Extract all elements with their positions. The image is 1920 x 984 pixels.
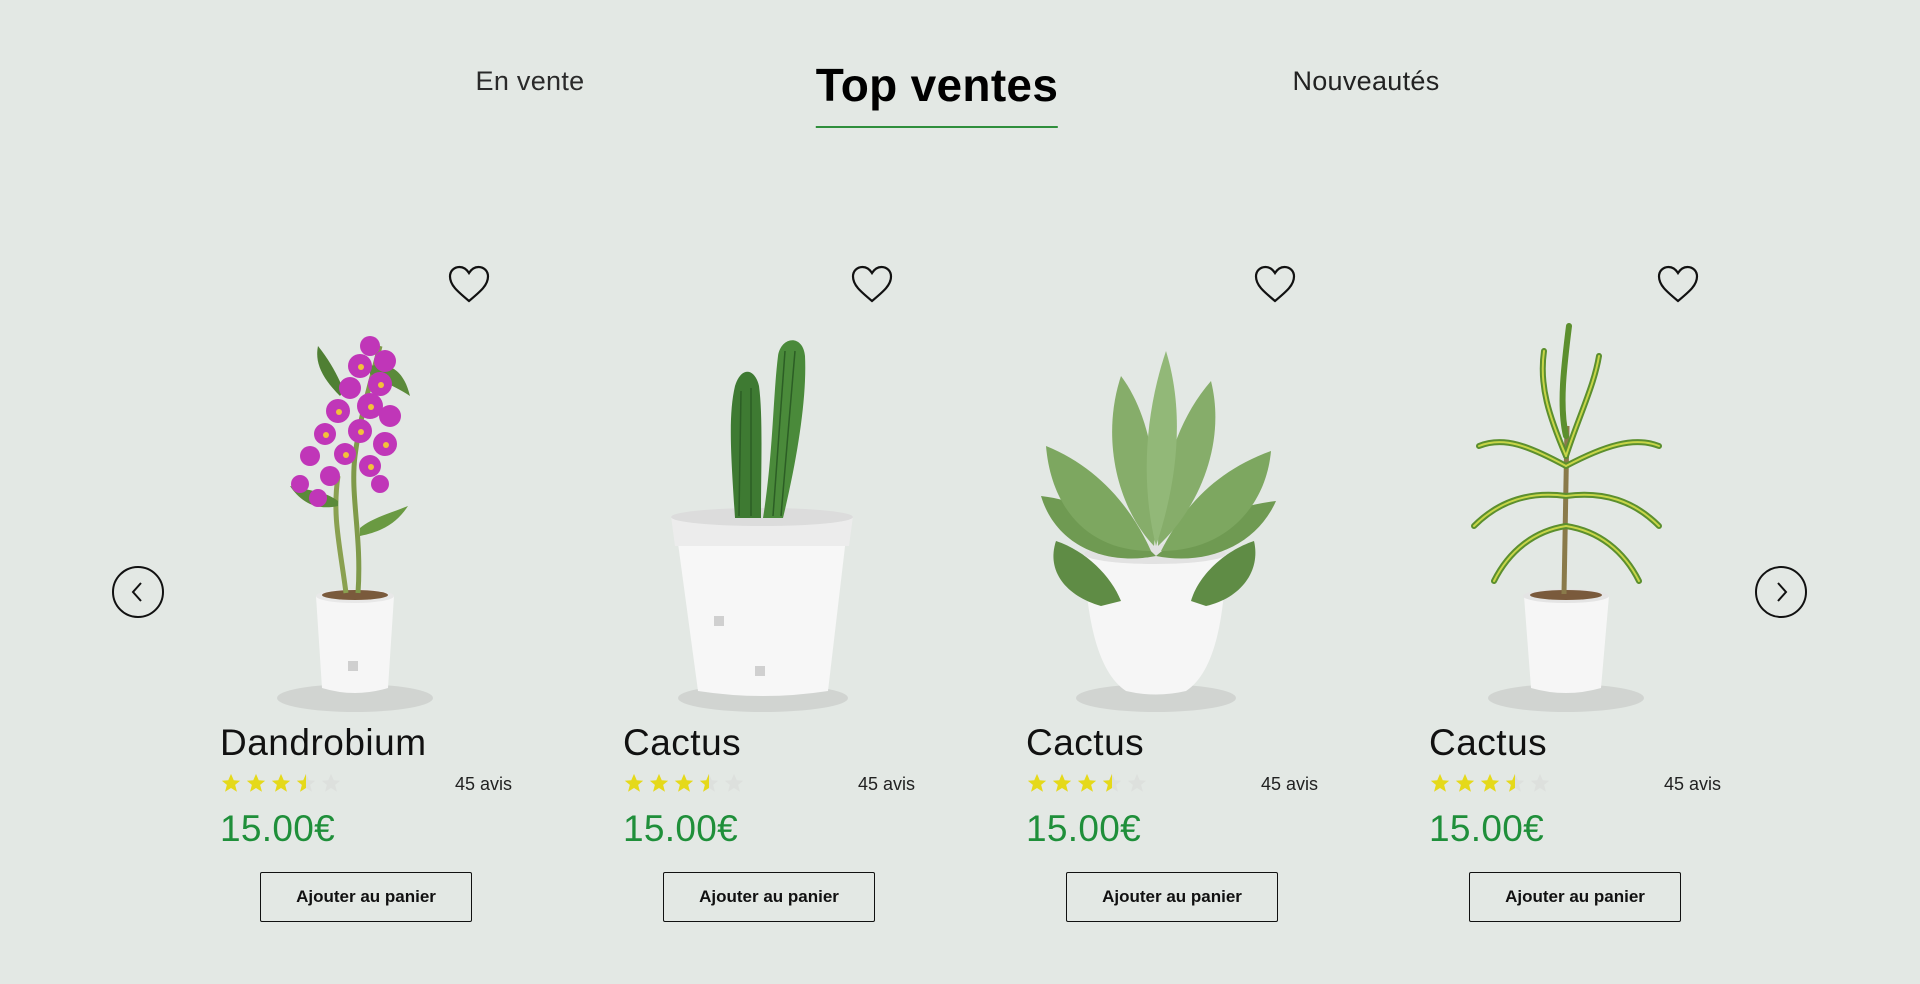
star-icon <box>1480 773 1500 792</box>
review-count[interactable]: 45 avis <box>1664 774 1721 795</box>
rating-stars <box>220 772 342 794</box>
product-card: Cactus 45 avis 15.00€ Ajouter au panier <box>1026 260 1326 940</box>
star-half-icon <box>699 773 719 792</box>
heart-icon[interactable] <box>1253 264 1297 304</box>
review-count[interactable]: 45 avis <box>858 774 915 795</box>
heart-icon[interactable] <box>850 264 894 304</box>
star-icon <box>1027 773 1047 792</box>
tab-nouveautes[interactable]: Nouveautés <box>1292 66 1439 97</box>
rating-stars <box>623 772 745 794</box>
add-to-cart-button[interactable]: Ajouter au panier <box>1469 872 1681 922</box>
add-to-cart-button[interactable]: Ajouter au panier <box>663 872 875 922</box>
product-name: Cactus <box>1429 722 1548 763</box>
rating-stars <box>1026 772 1148 794</box>
star-empty-icon <box>724 773 744 792</box>
tab-top-ventes[interactable]: Top ventes <box>815 58 1059 128</box>
star-icon <box>624 773 644 792</box>
star-icon <box>271 773 291 792</box>
star-empty-icon <box>1127 773 1147 792</box>
tab-en-vente[interactable]: En vente <box>476 66 585 97</box>
heart-icon[interactable] <box>1656 264 1700 304</box>
star-half-icon <box>296 773 316 792</box>
heart-icon[interactable] <box>447 264 491 304</box>
chevron-right-icon <box>1777 582 1788 602</box>
star-icon <box>1052 773 1072 792</box>
star-icon <box>1430 773 1450 792</box>
product-name: Cactus <box>623 722 742 763</box>
carousel-prev-button[interactable] <box>112 566 164 618</box>
product-name: Cactus <box>1026 722 1145 763</box>
review-count[interactable]: 45 avis <box>455 774 512 795</box>
carousel-next-button[interactable] <box>1755 566 1807 618</box>
product-price: 15.00€ <box>220 808 335 849</box>
add-to-cart-button[interactable]: Ajouter au panier <box>260 872 472 922</box>
star-empty-icon <box>1530 773 1550 792</box>
product-card: Cactus 45 avis 15.00€ Ajouter au panier <box>1429 260 1729 940</box>
star-icon <box>1077 773 1097 792</box>
product-price: 15.00€ <box>1429 808 1544 849</box>
star-empty-icon <box>321 773 341 792</box>
succulent-plant-image <box>1041 351 1276 712</box>
product-price: 15.00€ <box>1026 808 1141 849</box>
cactus-plant-image <box>671 340 853 712</box>
product-price: 15.00€ <box>623 808 738 849</box>
product-card: Cactus 45 avis 15.00€ Ajouter au panier <box>623 260 923 940</box>
star-icon <box>649 773 669 792</box>
add-to-cart-button[interactable]: Ajouter au panier <box>1066 872 1278 922</box>
rating-stars <box>1429 772 1551 794</box>
star-half-icon <box>1102 773 1122 792</box>
review-count[interactable]: 45 avis <box>1261 774 1318 795</box>
star-icon <box>221 773 241 792</box>
orchid-plant-image <box>277 336 433 712</box>
star-icon <box>246 773 266 792</box>
category-tabs: En vente Top ventes Nouveautés <box>0 0 1920 140</box>
chevron-left-icon <box>131 582 142 602</box>
star-icon <box>674 773 694 792</box>
dracaena-plant-image <box>1471 323 1662 712</box>
star-icon <box>1455 773 1475 792</box>
star-half-icon <box>1505 773 1525 792</box>
product-card: Dandrobium 45 avis 15.00€ Ajouter au pan… <box>220 260 520 940</box>
product-name: Dandrobium <box>220 722 427 763</box>
